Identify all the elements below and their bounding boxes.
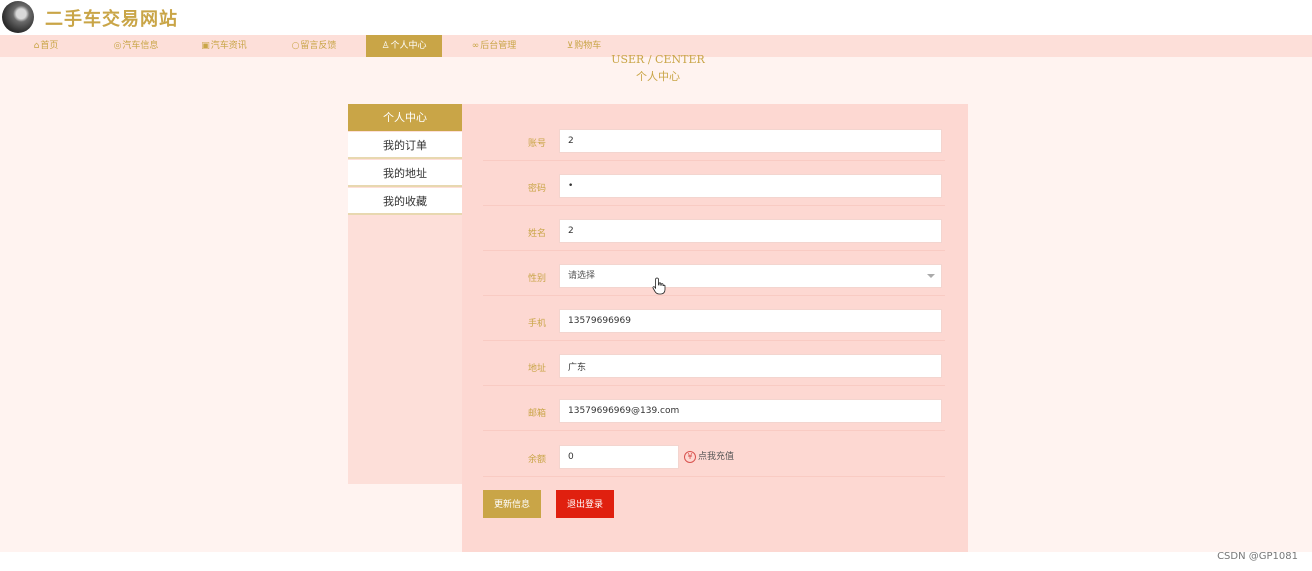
- nav-item-car-news[interactable]: ▣汽车资讯: [192, 35, 256, 57]
- row-divider: [483, 160, 945, 161]
- update-info-button[interactable]: 更新信息: [483, 490, 541, 518]
- recharge-label: 点我充值: [698, 452, 735, 462]
- site-logo[interactable]: [2, 1, 34, 33]
- password-input[interactable]: •: [559, 174, 942, 198]
- nav-item-home[interactable]: ⌂首页: [18, 35, 74, 57]
- nav-item-admin[interactable]: ∞后台管理: [462, 35, 526, 57]
- link-icon: ∞: [471, 41, 480, 51]
- email-input[interactable]: [559, 399, 942, 423]
- row-divider: [483, 250, 945, 251]
- account-input[interactable]: [559, 129, 942, 153]
- phone-label: 手机: [527, 319, 546, 329]
- watermark: CSDN @GP1081: [1217, 551, 1298, 562]
- site-header: 二手车交易网站: [0, 0, 1312, 35]
- balance-input[interactable]: [559, 445, 679, 469]
- message-icon: ○: [291, 41, 300, 51]
- side-menu-header[interactable]: 个人中心: [348, 104, 462, 131]
- nav-label: 汽车信息: [122, 41, 159, 51]
- side-item-my-orders[interactable]: 我的订单: [348, 132, 462, 159]
- nav-item-car-info[interactable]: ◎汽车信息: [104, 35, 168, 57]
- cart-icon: ⊻: [566, 41, 574, 51]
- recharge-link[interactable]: ¥ 点我充值: [684, 450, 734, 464]
- gender-select[interactable]: 请选择: [559, 264, 942, 288]
- home-icon: ⌂: [33, 41, 40, 51]
- chevron-down-icon: [927, 274, 935, 278]
- email-label: 邮箱: [527, 409, 546, 419]
- address-label: 地址: [527, 364, 546, 374]
- side-item-my-favorites[interactable]: 我的收藏: [348, 188, 462, 215]
- section-title-cn: 个人中心: [636, 70, 680, 83]
- row-divider: [483, 476, 945, 477]
- nav-label: 个人中心: [390, 41, 427, 51]
- balance-label: 余额: [527, 455, 546, 465]
- nav-label: 后台管理: [480, 41, 517, 51]
- site-title[interactable]: 二手车交易网站: [45, 5, 178, 31]
- nav-label: 留言反馈: [300, 41, 337, 51]
- password-label: 密码: [527, 184, 546, 194]
- name-input[interactable]: [559, 219, 942, 243]
- yen-icon: ¥: [684, 450, 696, 463]
- gender-select-value: 请选择: [568, 271, 596, 281]
- row-divider: [483, 430, 945, 431]
- nav-label: 汽车资讯: [210, 41, 247, 51]
- car-icon: ◎: [113, 41, 122, 51]
- row-divider: [483, 340, 945, 341]
- row-divider: [483, 205, 945, 206]
- nav-item-feedback[interactable]: ○留言反馈: [282, 35, 346, 57]
- hand-cursor-icon: [652, 277, 666, 295]
- account-label: 账号: [527, 139, 546, 149]
- nav-label: 首页: [40, 41, 59, 51]
- row-divider: [483, 385, 945, 386]
- address-input[interactable]: [559, 354, 942, 378]
- nav-label: 购物车: [574, 41, 602, 51]
- nav-item-user-center[interactable]: ♙个人中心: [366, 35, 442, 57]
- row-divider: [483, 295, 945, 296]
- news-icon: ▣: [201, 41, 210, 51]
- user-icon: ♙: [381, 41, 390, 51]
- section-title-en: USER / CENTER: [611, 53, 705, 66]
- gender-label: 性别: [527, 274, 546, 284]
- bottom-strip: [0, 552, 1312, 571]
- logout-button[interactable]: 退出登录: [556, 490, 614, 518]
- name-label: 姓名: [527, 229, 546, 239]
- phone-input[interactable]: [559, 309, 942, 333]
- side-item-my-address[interactable]: 我的地址: [348, 160, 462, 187]
